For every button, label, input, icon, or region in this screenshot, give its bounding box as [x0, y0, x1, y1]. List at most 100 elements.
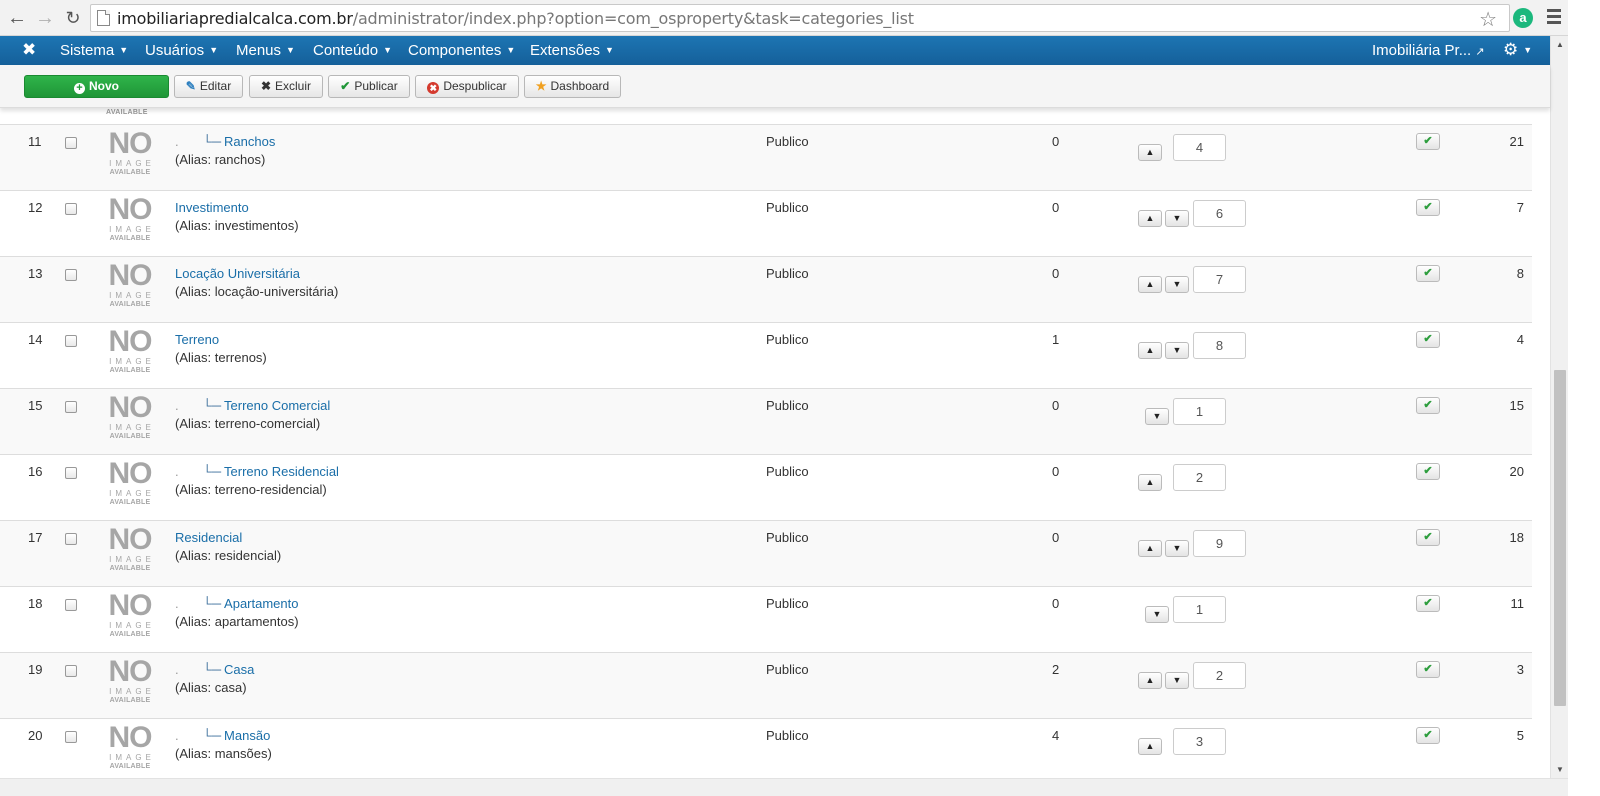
nav-componentes[interactable]: Componentes ▼ — [408, 42, 515, 59]
ordering-input[interactable]: 6 — [1193, 200, 1246, 227]
gear-icon[interactable]: ⚙ ▼ — [1503, 40, 1532, 60]
order-down-button[interactable]: ▼ — [1145, 408, 1169, 425]
check-icon: ✔ — [340, 79, 351, 93]
site-preview-link[interactable]: Imobiliária Pr... ↗ — [1372, 42, 1485, 59]
dashboard-button[interactable]: ★ Dashboard — [524, 75, 621, 98]
order-down-button[interactable]: ▼ — [1165, 540, 1189, 557]
row-checkbox[interactable] — [65, 599, 77, 611]
category-name-link[interactable]: Locação Universitária — [175, 266, 300, 281]
ordering-input[interactable]: 3 — [1173, 728, 1226, 755]
novo-button[interactable]: + Novo — [24, 75, 169, 98]
nav-usuarios[interactable]: Usuários ▼ — [145, 42, 218, 59]
no-image-placeholder: NO IMAGE AVAILABLE — [104, 459, 156, 507]
publicar-button[interactable]: ✔ Publicar — [328, 75, 410, 98]
nav-menus[interactable]: Menus ▼ — [236, 42, 295, 59]
address-bar[interactable]: imobiliariapredialcalca.com.br/administr… — [90, 4, 1510, 32]
published-check-icon[interactable]: ✔ — [1416, 133, 1440, 150]
nav-extensoes[interactable]: Extensões ▼ — [530, 42, 614, 59]
despublicar-label: Despublicar — [443, 79, 507, 93]
category-name-link[interactable]: Apartamento — [224, 596, 298, 611]
category-name-link[interactable]: Terreno — [175, 332, 219, 347]
published-check-icon[interactable]: ✔ — [1416, 661, 1440, 678]
order-up-button[interactable]: ▲ — [1138, 342, 1162, 359]
ordering-input[interactable]: 2 — [1173, 464, 1226, 491]
ordering-input[interactable]: 2 — [1193, 662, 1246, 689]
ordering-input[interactable]: 8 — [1193, 332, 1246, 359]
category-alias: (Alias: apartamentos) — [175, 614, 299, 629]
category-name-link[interactable]: Terreno Comercial — [224, 398, 330, 413]
order-down-button[interactable]: ▼ — [1165, 210, 1189, 227]
ordering-input[interactable]: 1 — [1173, 398, 1226, 425]
ordering-input[interactable]: 9 — [1193, 530, 1246, 557]
category-name-link[interactable]: Ranchos — [224, 134, 275, 149]
row-checkbox[interactable] — [65, 203, 77, 215]
caret-down-icon: ▼ — [383, 45, 392, 55]
horizontal-scrollbar[interactable] — [0, 778, 1568, 796]
excluir-button[interactable]: ✖ Excluir — [249, 75, 323, 98]
category-name-link[interactable]: Terreno Residencial — [224, 464, 339, 479]
despublicar-button[interactable]: ✖ Despublicar — [415, 75, 519, 98]
no-image-image-text: IMAGE — [109, 621, 155, 630]
row-checkbox[interactable] — [65, 731, 77, 743]
reload-icon[interactable]: ↻ — [62, 7, 84, 29]
row-checkbox[interactable] — [65, 137, 77, 149]
row-checkbox[interactable] — [65, 665, 77, 677]
published-check-icon[interactable]: ✔ — [1416, 265, 1440, 282]
row-checkbox[interactable] — [65, 467, 77, 479]
url-text[interactable]: imobiliariapredialcalca.com.br/administr… — [117, 9, 914, 28]
scroll-up-icon[interactable]: ▲ — [1551, 36, 1569, 53]
row-checkbox[interactable] — [65, 533, 77, 545]
nav-sistema[interactable]: Sistema ▼ — [60, 42, 128, 59]
extension-icon[interactable]: a — [1513, 8, 1533, 28]
ordering-input[interactable]: 7 — [1193, 266, 1246, 293]
category-id: 8 — [1516, 266, 1524, 281]
nav-conteudo[interactable]: Conteúdo ▼ — [313, 42, 392, 59]
category-name-link[interactable]: Mansão — [224, 728, 270, 743]
published-check-icon[interactable]: ✔ — [1416, 595, 1440, 612]
editar-button[interactable]: ✎ Editar — [174, 75, 243, 98]
row-checkbox[interactable] — [65, 401, 77, 413]
category-name-link[interactable]: Casa — [224, 662, 254, 677]
category-id: 7 — [1516, 200, 1524, 215]
back-arrow-icon[interactable]: ← — [6, 7, 28, 29]
browser-menu-icon[interactable] — [1547, 9, 1561, 27]
row-checkbox[interactable] — [65, 335, 77, 347]
order-up-button[interactable]: ▲ — [1138, 144, 1162, 161]
indent-dot: . — [175, 662, 179, 677]
tree-branch-icon: └─ — [202, 596, 222, 611]
order-down-button[interactable]: ▼ — [1165, 672, 1189, 689]
order-down-button[interactable]: ▼ — [1145, 606, 1169, 623]
no-image-available-text: AVAILABLE — [109, 301, 151, 308]
nav-sistema-label: Sistema — [60, 42, 115, 59]
vertical-scrollbar[interactable]: ▲ ▼ — [1550, 36, 1568, 778]
order-down-button[interactable]: ▼ — [1165, 342, 1189, 359]
table-row: 14 NO IMAGE AVAILABLE Terreno (Alias: terreno… — [0, 323, 1532, 389]
row-checkbox[interactable] — [65, 269, 77, 281]
published-check-icon[interactable]: ✔ — [1416, 727, 1440, 744]
forward-arrow-icon[interactable]: → — [34, 7, 56, 29]
published-check-icon[interactable]: ✔ — [1416, 397, 1440, 414]
category-name-link[interactable]: Residencial — [175, 530, 242, 545]
category-name-link[interactable]: Investimento — [175, 200, 249, 215]
ordering-input[interactable]: 1 — [1173, 596, 1226, 623]
ordering-input[interactable]: 4 — [1173, 134, 1226, 161]
table-row: 11 NO IMAGE AVAILABLE. └─ Ranchos (Alias: ranc… — [0, 125, 1532, 191]
bookmark-star-icon[interactable]: ☆ — [1479, 7, 1497, 32]
order-up-button[interactable]: ▲ — [1138, 276, 1162, 293]
order-up-button[interactable]: ▲ — [1138, 738, 1162, 755]
table-row: 12 NO IMAGE AVAILABLE Investimento (Alias: in… — [0, 191, 1532, 257]
order-up-button[interactable]: ▲ — [1138, 210, 1162, 227]
scroll-thumb[interactable] — [1554, 370, 1566, 706]
published-check-icon[interactable]: ✔ — [1416, 331, 1440, 348]
published-check-icon[interactable]: ✔ — [1416, 463, 1440, 480]
order-up-button[interactable]: ▲ — [1138, 474, 1162, 491]
access-level: Publico — [766, 332, 809, 347]
scroll-down-icon[interactable]: ▼ — [1551, 761, 1569, 778]
published-check-icon[interactable]: ✔ — [1416, 529, 1440, 546]
order-down-button[interactable]: ▼ — [1165, 276, 1189, 293]
url-path: /administrator/index.php?option=com_ospr… — [352, 9, 914, 28]
joomla-logo-icon[interactable]: ✖ — [22, 40, 36, 60]
order-up-button[interactable]: ▲ — [1138, 540, 1162, 557]
published-check-icon[interactable]: ✔ — [1416, 199, 1440, 216]
order-up-button[interactable]: ▲ — [1138, 672, 1162, 689]
